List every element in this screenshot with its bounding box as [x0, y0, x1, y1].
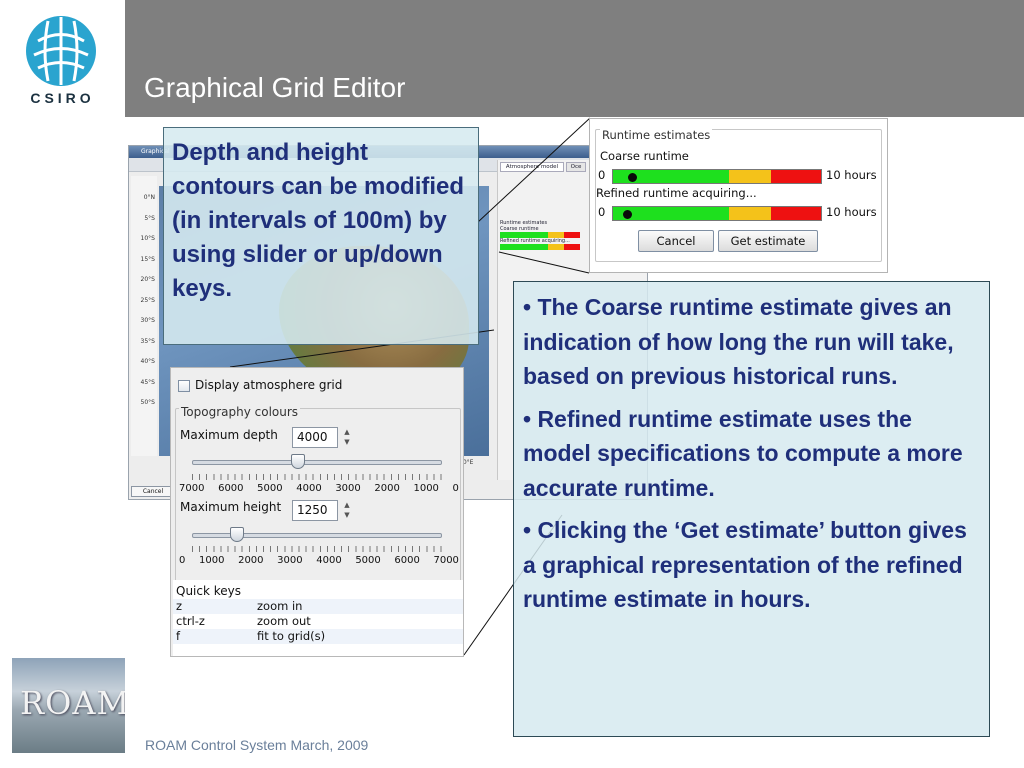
roam-logo-text: ROAM — [20, 684, 125, 722]
bar-red-segment — [771, 170, 821, 183]
quick-key: ctrl-z — [176, 614, 205, 628]
spin-down-icon[interactable]: ▼ — [342, 437, 352, 447]
bullet-refined-runtime: • Refined runtime estimate uses the mode… — [523, 405, 963, 501]
quick-key-row: f fit to grid(s) — [173, 629, 463, 644]
max-height-input[interactable]: 1250 — [292, 500, 338, 521]
max-depth-slider-thumb[interactable] — [291, 454, 305, 469]
display-atmosphere-label: Display atmosphere grid — [195, 378, 343, 392]
quick-key-row: z zoom in — [173, 599, 463, 614]
runtime-title: Runtime estimates — [600, 128, 713, 142]
quick-key-action: zoom out — [257, 614, 311, 628]
coarse-runtime-row: 0 10 hours — [596, 168, 886, 184]
scale-tick-label: 5000 — [257, 483, 283, 494]
footer-text: ROAM Control System March, 2009 — [145, 737, 369, 753]
max-height-slider-ticks — [192, 546, 442, 552]
coarse-runtime-marker — [627, 173, 637, 182]
scale-tick-label: 2000 — [374, 483, 400, 494]
depth-scale: 7000 6000 5000 4000 3000 2000 1000 0 — [179, 483, 459, 494]
quick-key-action: fit to grid(s) — [257, 629, 326, 643]
topography-panel: Display atmosphere grid Topography colou… — [170, 367, 464, 657]
max-height-label: Maximum height — [180, 500, 282, 514]
refined-zero-label: 0 — [598, 205, 606, 219]
quick-key-row: ctrl-z zoom out — [173, 614, 463, 629]
spin-up-icon[interactable]: ▲ — [342, 427, 352, 437]
bullet-get-estimate: • Clicking the ‘Get estimate’ button giv… — [523, 517, 967, 612]
scale-tick-label: 7000 — [179, 483, 205, 494]
bar-yellow-segment — [729, 170, 772, 183]
scale-tick-label: 0 — [179, 555, 186, 566]
scale-tick-label: 2000 — [238, 555, 264, 566]
scale-tick-label: 3000 — [277, 555, 303, 566]
scale-tick-label: 6000 — [394, 555, 420, 566]
scale-tick-label: 1000 — [413, 483, 439, 494]
refined-runtime-bar — [612, 206, 822, 221]
quick-keys-table: Quick keys z zoom in ctrl-z zoom out f f… — [173, 580, 463, 656]
quick-key: z — [176, 599, 183, 613]
bar-red-segment — [771, 207, 821, 220]
topography-legend: Topography colours — [179, 405, 301, 419]
height-scale: 0 1000 2000 3000 4000 5000 6000 7000 — [179, 555, 459, 566]
zoom-line — [477, 117, 591, 223]
refined-runtime-row: 0 10 hours — [596, 205, 886, 221]
scale-tick-label: 3000 — [335, 483, 361, 494]
max-height-slider-thumb[interactable] — [230, 527, 244, 542]
scale-tick-label: 7000 — [433, 555, 459, 566]
coarse-zero-label: 0 — [598, 168, 606, 182]
max-depth-slider[interactable] — [192, 460, 442, 465]
coarse-runtime-bar — [612, 169, 822, 184]
depth-callout-box: Depth and height contours can be modifie… — [163, 127, 479, 345]
scale-tick-label: 1000 — [199, 555, 225, 566]
refined-runtime-label: Refined runtime acquiring... — [596, 186, 757, 200]
max-depth-slider-ticks — [192, 474, 442, 480]
quick-key-action: zoom in — [257, 599, 303, 613]
scale-tick-label: 6000 — [218, 483, 244, 494]
runtime-bullets-box: • The Coarse runtime estimate gives an i… — [513, 281, 990, 737]
scale-tick-label: 0 — [452, 483, 459, 494]
quick-keys-title: Quick keys — [176, 584, 242, 598]
bullet-coarse-runtime: • The Coarse runtime estimate gives an i… — [523, 294, 954, 389]
refined-max-label: 10 hours — [826, 205, 877, 219]
coarse-max-label: 10 hours — [826, 168, 877, 182]
display-atmosphere-checkbox[interactable] — [178, 380, 190, 392]
max-depth-spinner[interactable]: ▲ ▼ — [342, 427, 352, 447]
runtime-estimates-panel: Runtime estimates Coarse runtime 0 10 ho… — [589, 118, 888, 273]
spin-down-icon[interactable]: ▼ — [342, 510, 352, 520]
get-estimate-button[interactable]: Get estimate — [718, 230, 818, 252]
scale-tick-label: 5000 — [355, 555, 381, 566]
cancel-button[interactable]: Cancel — [638, 230, 714, 252]
spin-up-icon[interactable]: ▲ — [342, 500, 352, 510]
roam-logo: ROAM — [12, 658, 125, 753]
bar-yellow-segment — [729, 207, 772, 220]
max-height-spinner[interactable]: ▲ ▼ — [342, 500, 352, 520]
max-depth-input[interactable]: 4000 — [292, 427, 338, 448]
zoom-line — [498, 251, 590, 274]
quick-key: f — [176, 629, 181, 643]
scale-tick-label: 4000 — [316, 555, 342, 566]
depth-callout-text: Depth and height contours can be modifie… — [172, 139, 465, 302]
max-depth-label: Maximum depth — [180, 428, 278, 442]
coarse-runtime-label: Coarse runtime — [600, 149, 689, 163]
scale-tick-label: 4000 — [296, 483, 322, 494]
